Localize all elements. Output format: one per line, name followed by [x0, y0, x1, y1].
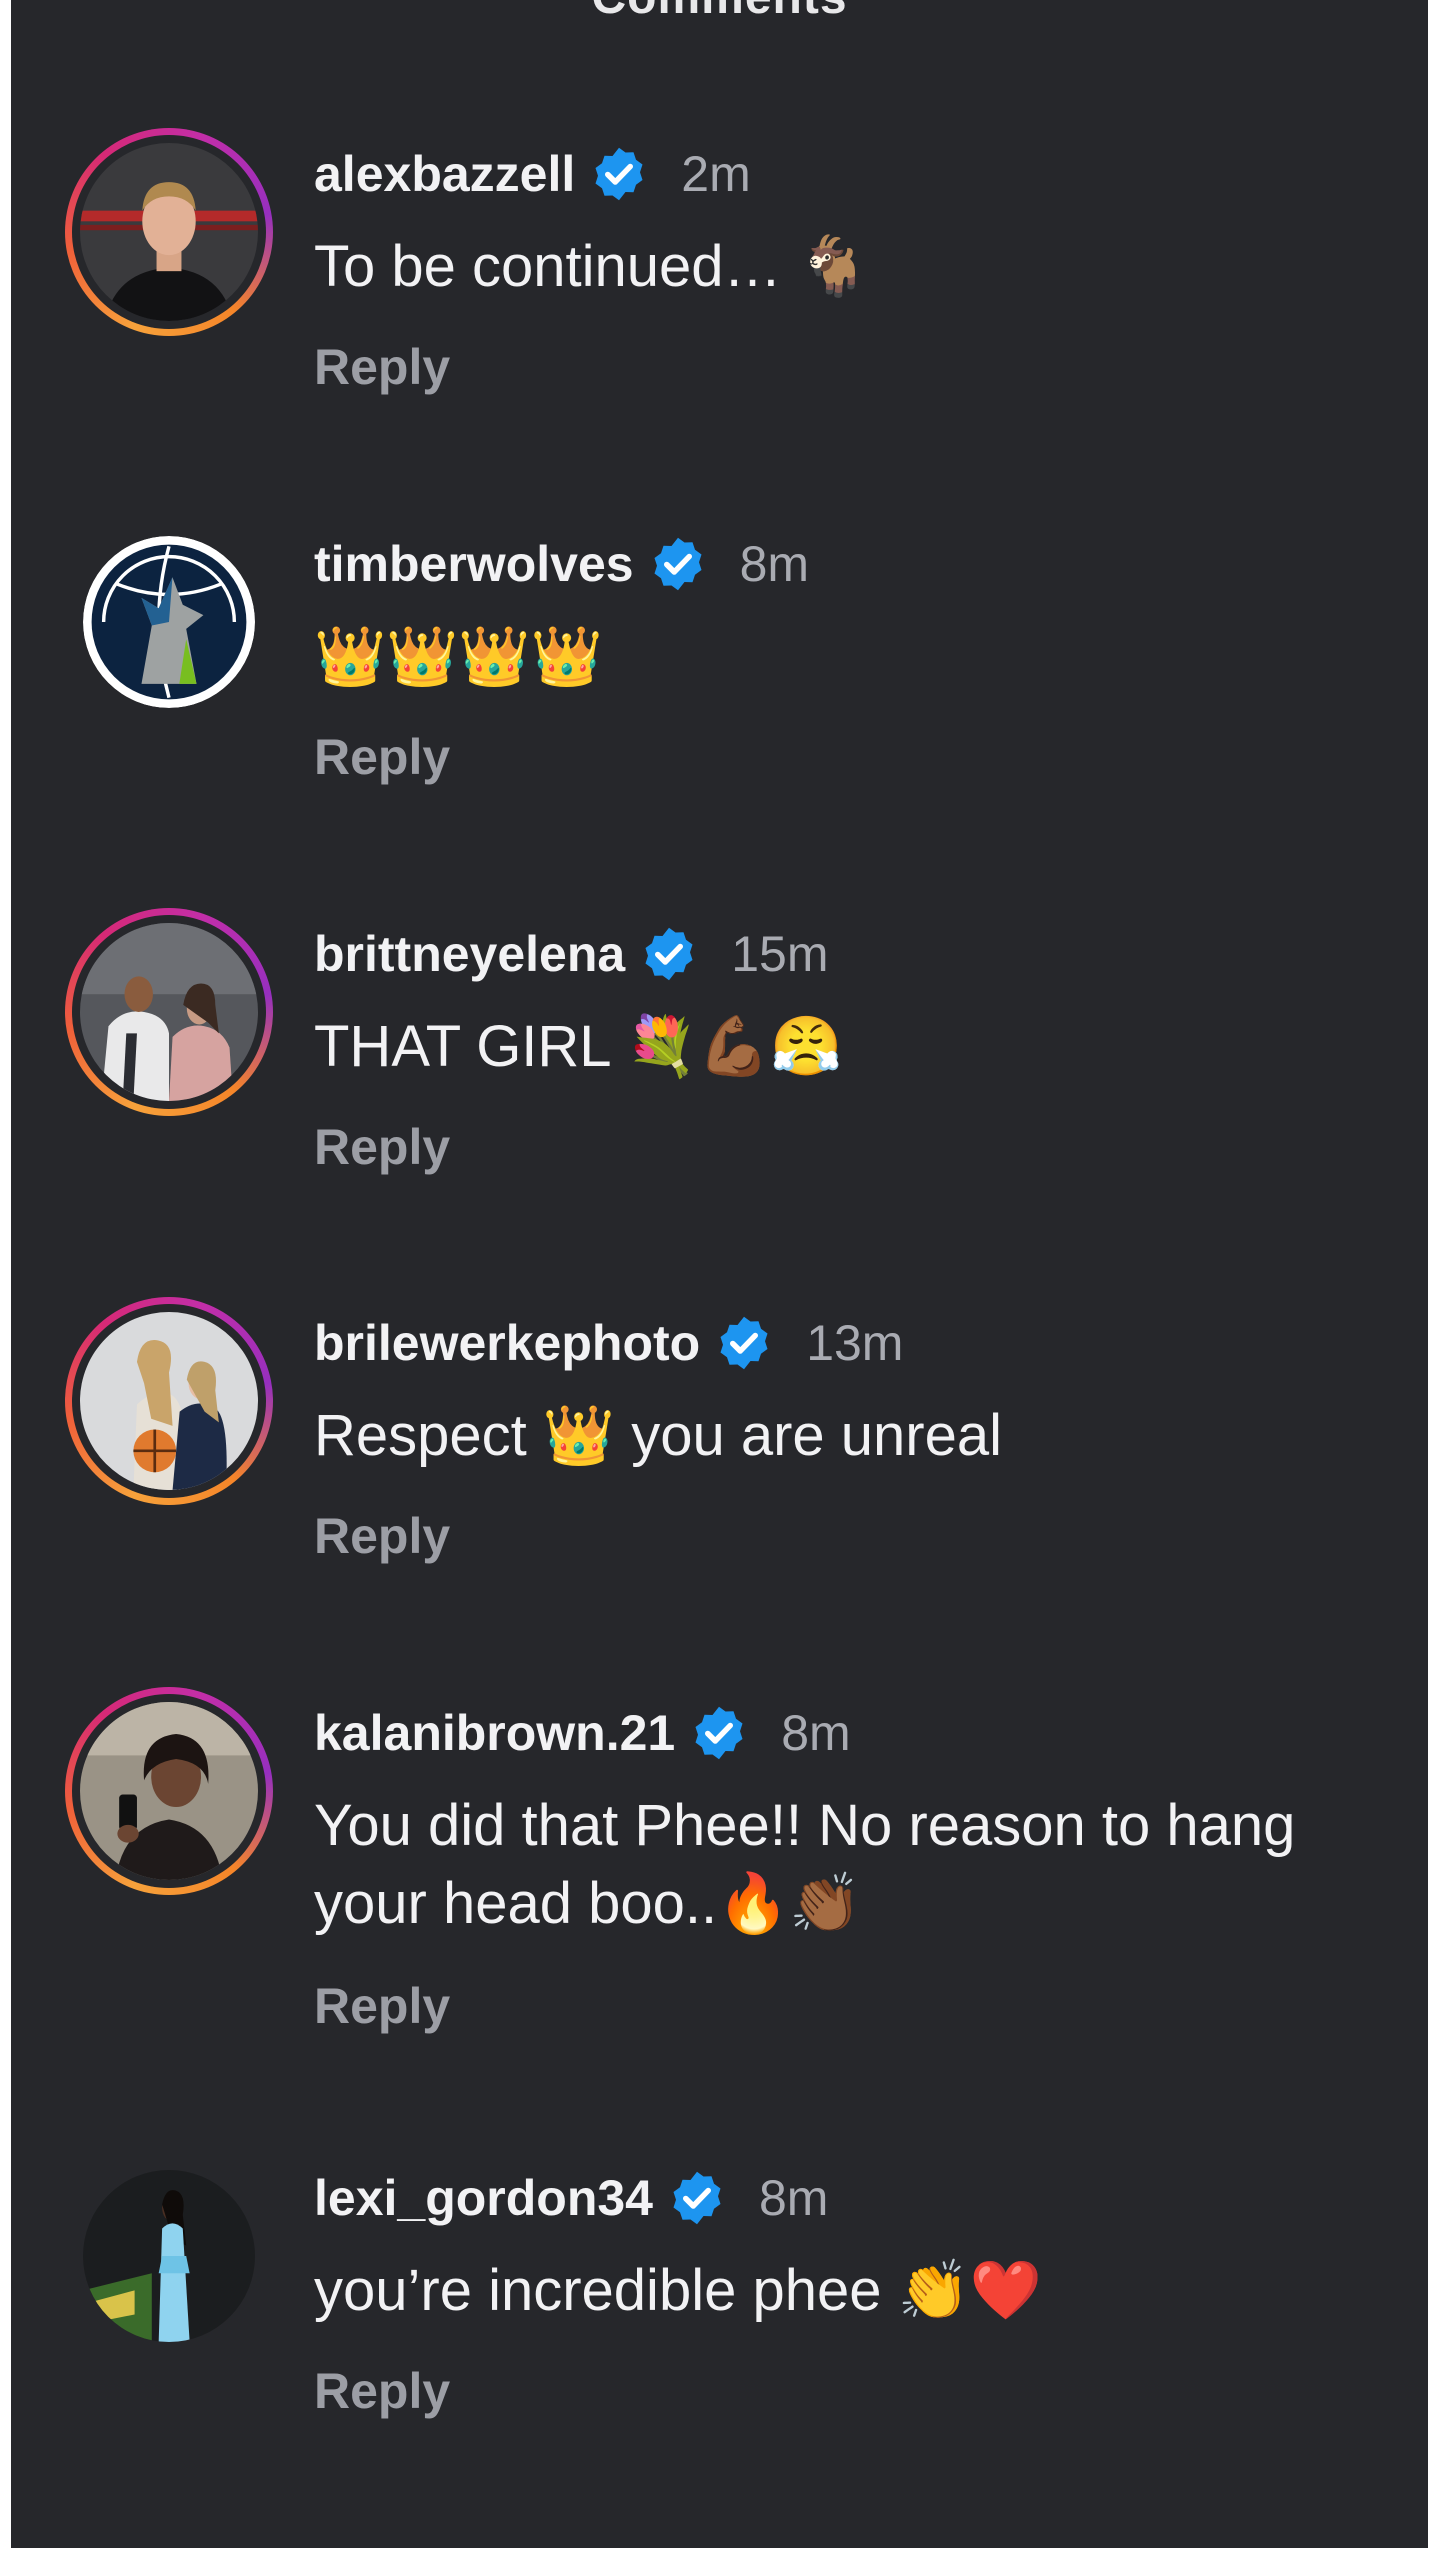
comment-text: you’re incredible phee 👏❤️: [314, 2258, 1043, 2323]
avatar[interactable]: [65, 1687, 273, 1895]
basketball-players-avatar: [80, 1312, 258, 1490]
comment-text: To be continued… 🐐: [314, 234, 870, 299]
comment-timestamp: 2m: [681, 146, 751, 202]
reply-button[interactable]: Reply: [314, 2362, 450, 2420]
comment-item: brilewerkephoto 13m Respect 👑 you are un…: [11, 1297, 1428, 1685]
timberwolves-logo-avatar: [83, 536, 255, 708]
avatar[interactable]: [65, 128, 273, 336]
reply-button[interactable]: Reply: [314, 728, 450, 786]
comment-username[interactable]: lexi_gordon34: [314, 2169, 653, 2227]
comment-username[interactable]: timberwolves: [314, 535, 634, 593]
comment-text: Respect 👑 you are unreal: [314, 1403, 1003, 1468]
comment-username[interactable]: brilewerkephoto: [314, 1314, 700, 1372]
avatar[interactable]: [65, 908, 273, 1116]
verified-badge-icon: [648, 534, 708, 594]
reply-button[interactable]: Reply: [314, 1977, 450, 2035]
reply-button[interactable]: Reply: [314, 1118, 450, 1176]
comment-item: kalanibrown.21 8m You did that Phee!! No…: [11, 1687, 1428, 2157]
comment-username[interactable]: kalanibrown.21: [314, 1704, 675, 1762]
comment-timestamp: 13m: [806, 1315, 904, 1371]
comment-timestamp: 8m: [781, 1705, 851, 1761]
couple-photo-avatar: [80, 923, 258, 1101]
comment-timestamp: 8m: [759, 2170, 829, 2226]
comment-username[interactable]: alexbazzell: [314, 145, 575, 203]
comment-item: lexi_gordon34 8m you’re incredible phee …: [11, 2152, 1428, 2540]
reply-button[interactable]: Reply: [314, 1507, 450, 1565]
comment-timestamp: 15m: [731, 926, 829, 982]
verified-badge-icon: [667, 2168, 727, 2228]
comment-timestamp: 8m: [739, 536, 810, 592]
avatar[interactable]: [65, 1297, 273, 1505]
avatar[interactable]: [65, 2152, 273, 2360]
woman-blue-dress-avatar: [83, 2170, 255, 2342]
comment-text: You did that Phee!! No reason to hang yo…: [314, 1793, 1296, 1936]
comment-item: timberwolves 8m 👑👑👑👑 Reply: [11, 518, 1428, 906]
comment-item: brittneyelena 15m THAT GIRL 💐💪🏾😤 Reply: [11, 908, 1428, 1296]
comment-text: 👑👑👑👑: [314, 624, 603, 689]
comment-item: alexbazzell 2m To be continued… 🐐 Reply: [11, 128, 1428, 516]
page-title: Comments: [11, 0, 1428, 25]
verified-badge-icon: [714, 1313, 774, 1373]
comment-text: THAT GIRL 💐💪🏾😤: [314, 1014, 843, 1079]
verified-badge-icon: [639, 924, 699, 984]
verified-badge-icon: [589, 144, 649, 204]
woman-selfie-avatar: [80, 1702, 258, 1880]
comment-username[interactable]: brittneyelena: [314, 925, 625, 983]
reply-button[interactable]: Reply: [314, 338, 450, 396]
comments-screen: Comments alexbazzell 2m To: [11, 0, 1428, 2548]
avatar[interactable]: [65, 518, 273, 726]
verified-badge-icon: [689, 1703, 749, 1763]
man-portrait-avatar: [80, 143, 258, 321]
